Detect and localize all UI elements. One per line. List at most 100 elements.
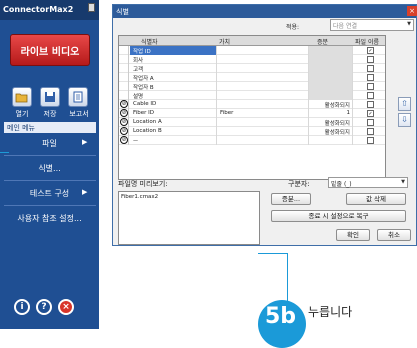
- separator-select[interactable]: 밑줄 (_) ▼: [328, 177, 408, 188]
- filename-checkbox[interactable]: [367, 56, 374, 63]
- filename-checkbox[interactable]: [367, 128, 374, 135]
- filename-checkbox[interactable]: [367, 74, 374, 81]
- delete-row-icon[interactable]: ⊘: [120, 100, 128, 108]
- menu-item-user-prefs[interactable]: 사용자 참조 설정...: [0, 208, 99, 228]
- row-increment[interactable]: 활성화되지: [308, 100, 352, 109]
- identifier-grid: 식별자 가치 증분 파일 이름 작업 ID ✓ 회사 고객 작업자 A 작업자 …: [118, 35, 386, 180]
- row-value[interactable]: [216, 127, 308, 136]
- increment-button[interactable]: 증분...: [271, 193, 311, 205]
- table-row[interactable]: 회사: [119, 55, 385, 64]
- identification-dialog: 식별 × 적용: 다음 연결 ▼ 식별자 가치 증분 파일 이름 작업 ID ✓…: [112, 4, 417, 246]
- filename-checkbox[interactable]: [367, 137, 374, 144]
- row-increment[interactable]: 1: [308, 109, 352, 118]
- row-value[interactable]: [216, 46, 308, 55]
- row-filename-cell: [352, 118, 385, 127]
- row-name: Location A: [133, 119, 162, 125]
- row-value[interactable]: [216, 82, 308, 91]
- report-icon[interactable]: [68, 87, 88, 107]
- callout-connector: [0, 152, 9, 153]
- row-handle: [119, 46, 129, 55]
- move-up-icon[interactable]: ⇧: [398, 97, 411, 111]
- row-increment[interactable]: 활성화되지: [308, 127, 352, 136]
- close-icon[interactable]: ×: [58, 299, 74, 315]
- close-icon[interactable]: ×: [407, 6, 417, 16]
- help-icon[interactable]: ?: [36, 299, 52, 315]
- row-increment[interactable]: [308, 136, 352, 145]
- cancel-button[interactable]: 취소: [377, 229, 411, 241]
- filename-checkbox[interactable]: [367, 119, 374, 126]
- restore-settings-button[interactable]: 종료 시 설정으로 복구: [271, 210, 406, 222]
- save-icon[interactable]: [40, 87, 60, 107]
- step-badge: 5b: [258, 300, 306, 348]
- row-value[interactable]: Fiber: [216, 109, 308, 118]
- table-row[interactable]: 설명: [119, 91, 385, 100]
- row-filename-cell: [352, 64, 385, 73]
- row-handle: [119, 73, 129, 82]
- document-icon: [88, 3, 95, 12]
- row-value[interactable]: [216, 64, 308, 73]
- row-value[interactable]: [216, 55, 308, 64]
- table-row[interactable]: ⊘ Location B 활성화되지: [119, 127, 385, 136]
- row-handle: ⊘: [119, 100, 129, 109]
- move-down-icon[interactable]: ⇩: [398, 113, 411, 127]
- row-increment: [308, 91, 352, 100]
- row-name: Cable ID: [133, 101, 157, 107]
- filename-checkbox[interactable]: [367, 101, 374, 108]
- callout-line: [258, 253, 288, 254]
- table-row[interactable]: ⊘ Cable ID 활성화되지: [119, 100, 385, 109]
- row-filename-cell: ✓: [352, 46, 385, 55]
- table-row[interactable]: 작업자 B: [119, 82, 385, 91]
- delete-row-icon[interactable]: ⊘: [120, 127, 128, 135]
- delete-row-icon[interactable]: ⊘: [120, 136, 128, 144]
- filename-checkbox[interactable]: [367, 92, 374, 99]
- table-row[interactable]: ⊘ Fiber ID Fiber 1 ✓: [119, 109, 385, 118]
- menu-item-label: 사용자 참조 설정...: [17, 214, 82, 223]
- row-filename-cell: [352, 82, 385, 91]
- delete-row-icon[interactable]: ⊘: [120, 118, 128, 126]
- row-filename-cell: ✓: [352, 109, 385, 118]
- filename-checkbox[interactable]: ✓: [367, 47, 374, 54]
- row-value[interactable]: [216, 100, 308, 109]
- menu-item-identification[interactable]: 식별...: [0, 158, 99, 178]
- chevron-down-icon: ▼: [407, 21, 411, 27]
- app-title: ConnectorMax2: [0, 0, 99, 20]
- table-row[interactable]: 작업자 A: [119, 73, 385, 82]
- row-handle: ⊘: [119, 127, 129, 136]
- row-value[interactable]: [216, 73, 308, 82]
- row-filename-cell: [352, 91, 385, 100]
- delete-row-icon[interactable]: ⊘: [120, 109, 128, 117]
- filename-checkbox[interactable]: [367, 65, 374, 72]
- open-icon[interactable]: [12, 87, 32, 107]
- row-increment[interactable]: 활성화되지: [308, 118, 352, 127]
- apply-value: 다음 연결: [333, 23, 357, 30]
- apply-label: 적용:: [286, 24, 300, 31]
- table-row[interactable]: ⊘ Location A 활성화되지: [119, 118, 385, 127]
- separator-value: 밑줄 (_): [331, 181, 352, 188]
- ok-button[interactable]: 확인: [336, 229, 370, 241]
- chevron-down-icon: ▼: [401, 179, 405, 185]
- row-filename-cell: [352, 55, 385, 64]
- row-value[interactable]: [216, 118, 308, 127]
- live-video-button[interactable]: 라이브 비디오: [10, 34, 90, 66]
- chevron-right-icon: ▶: [82, 138, 88, 146]
- row-value[interactable]: [216, 91, 308, 100]
- row-name: ㅡ: [133, 139, 139, 145]
- filename-checkbox[interactable]: [367, 83, 374, 90]
- apply-select[interactable]: 다음 연결 ▼: [330, 19, 414, 31]
- row-filename-cell: [352, 73, 385, 82]
- info-icon[interactable]: i: [14, 299, 30, 315]
- table-row[interactable]: 작업 ID ✓: [119, 46, 385, 55]
- table-row[interactable]: ⊘ ㅡ: [119, 136, 385, 145]
- clear-values-button[interactable]: 값 삭제: [346, 193, 406, 205]
- chevron-right-icon: ▶: [82, 188, 88, 196]
- menu-item-test-config[interactable]: 테스트 구성 ▶: [0, 183, 99, 203]
- menu-item-file[interactable]: 파일 ▶: [0, 133, 99, 153]
- menu-divider: [4, 205, 96, 206]
- menu-item-label: 식별...: [38, 164, 61, 173]
- row-name: Fiber ID: [133, 110, 155, 116]
- table-row[interactable]: 고객: [119, 64, 385, 73]
- menu-divider: [4, 155, 96, 156]
- filename-checkbox[interactable]: ✓: [367, 110, 374, 117]
- main-menu-heading: 메인 메뉴: [4, 122, 96, 133]
- row-value[interactable]: [216, 136, 308, 145]
